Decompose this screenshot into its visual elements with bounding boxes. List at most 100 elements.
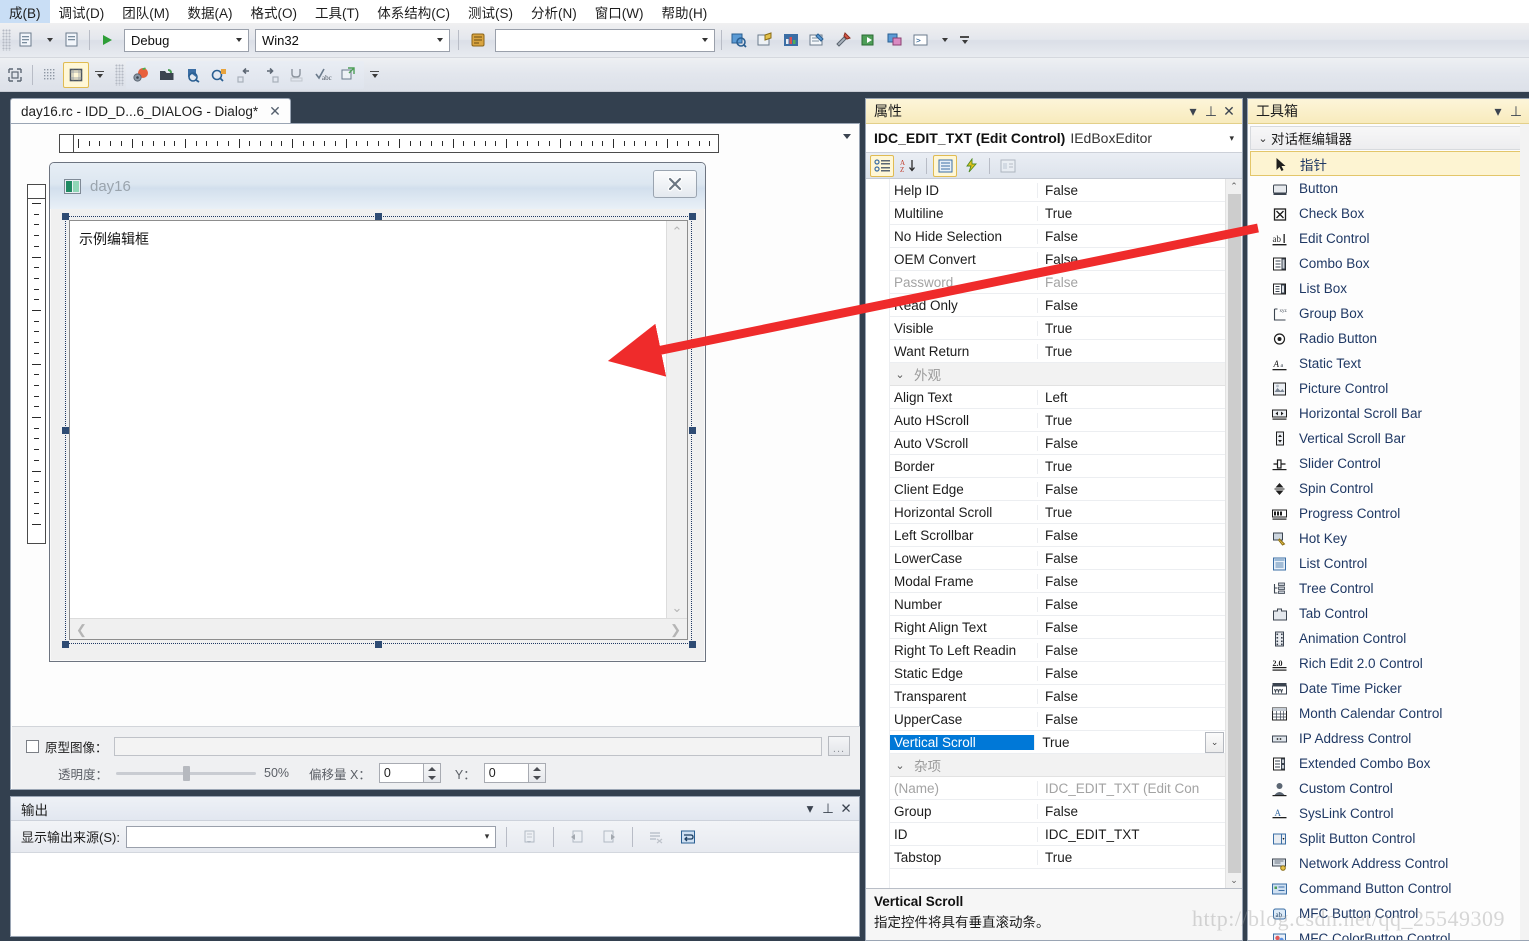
chevron-down-icon[interactable]: ▾	[1184, 102, 1202, 120]
toolbox-item-custom-control[interactable]: Custom Control	[1248, 776, 1529, 801]
add-item-button[interactable]	[59, 27, 85, 53]
property-row[interactable]: Help ID False	[890, 179, 1225, 202]
property-name[interactable]: LowerCase	[890, 550, 1038, 566]
property-category-row[interactable]: ⌄ 外观	[890, 363, 1225, 386]
output-text-area[interactable]	[11, 853, 859, 935]
property-row[interactable]: Border True	[890, 455, 1225, 478]
prototype-image-path-input[interactable]	[113, 736, 822, 756]
property-name[interactable]: Right To Left Readin	[890, 642, 1038, 658]
property-value[interactable]: False	[1038, 643, 1225, 658]
quick-find-combo[interactable]	[495, 28, 715, 52]
chevron-down-icon[interactable]: ⌄	[890, 368, 910, 381]
scroll-up-icon[interactable]: ⌃	[672, 225, 683, 238]
scroll-left-icon[interactable]: ❮	[76, 623, 87, 636]
resize-handle-top-center[interactable]	[375, 213, 382, 220]
zoom-in-button[interactable]	[180, 62, 206, 88]
property-value[interactable]: Left	[1038, 390, 1225, 405]
property-name[interactable]: Right Align Text	[890, 619, 1038, 635]
pin-icon[interactable]: ⊥	[1202, 102, 1220, 120]
property-name[interactable]: Want Return	[890, 343, 1038, 359]
property-row[interactable]: ID IDC_EDIT_TXT	[890, 823, 1225, 846]
offset-x-stepper[interactable]	[423, 763, 441, 783]
property-row[interactable]: OEM Convert False	[890, 248, 1225, 271]
prototype-image-checkbox[interactable]	[26, 739, 39, 753]
property-category-row[interactable]: ⌄ 杂项	[890, 754, 1225, 777]
property-value[interactable]: False	[1038, 597, 1225, 612]
tab-order-prev-button[interactable]	[232, 62, 258, 88]
solution-configuration-combo[interactable]: Debug	[124, 28, 249, 52]
toolbox-item-picture-control[interactable]: Picture Control	[1248, 376, 1529, 401]
toolbox-item-spin-control[interactable]: Spin Control	[1248, 476, 1529, 501]
property-name[interactable]: (Name)	[890, 780, 1038, 796]
property-row[interactable]: Number False	[890, 593, 1225, 616]
toolbox-item-list-control[interactable]: List Control	[1248, 551, 1529, 576]
menu-item-architecture[interactable]: 体系结构(C)	[368, 0, 459, 24]
toolbox-item-ip-address-control[interactable]: IP Address Control	[1248, 726, 1529, 751]
property-value[interactable]: False	[1038, 275, 1225, 290]
new-dialog-button[interactable]	[336, 62, 362, 88]
close-icon[interactable]: ✕	[1220, 102, 1238, 120]
property-row[interactable]: Right Align Text False	[890, 616, 1225, 639]
property-name[interactable]: Help ID	[890, 182, 1038, 198]
property-name[interactable]: Vertical Scroll	[890, 734, 1036, 750]
property-value[interactable]: False	[1038, 620, 1225, 635]
new-item-button[interactable]	[13, 27, 39, 53]
property-value[interactable]: True	[1038, 344, 1225, 359]
properties-object-selector[interactable]: IDC_EDIT_TXT (Edit Control) IEdBoxEditor…	[866, 124, 1242, 153]
toggle-tab-order-button[interactable]	[284, 62, 310, 88]
toolbox-item-hot-key[interactable]: Hot Key	[1248, 526, 1529, 551]
scroll-up-icon[interactable]: ⌃	[1230, 181, 1238, 192]
menu-item-team[interactable]: 团队(M)	[113, 0, 178, 24]
property-row[interactable]: Static Edge False	[890, 662, 1225, 685]
property-name[interactable]: Tabstop	[890, 849, 1038, 865]
chevron-down-icon[interactable]	[432, 30, 447, 51]
scroll-down-icon[interactable]: ⌄	[1230, 875, 1238, 886]
property-row[interactable]: Transparent False	[890, 685, 1225, 708]
property-row[interactable]: Multiline True	[890, 202, 1225, 225]
property-value[interactable]: True	[1035, 734, 1206, 750]
solution-platform-combo[interactable]: Win32	[255, 28, 450, 52]
resize-handle-top-right[interactable]	[689, 213, 696, 220]
edit-control-idc-edit-txt[interactable]: 示例编辑框 ⌃ ⌄ ❮ ❯	[69, 220, 688, 640]
offset-x-input[interactable]: 0	[378, 763, 424, 783]
properties-button[interactable]	[933, 154, 957, 177]
check-mnemonics-button[interactable]: abc	[310, 62, 336, 88]
scroll-right-icon[interactable]: ❯	[670, 623, 681, 636]
toolbox-item-radio-button[interactable]: Radio Button	[1248, 326, 1529, 351]
go-to-previous-message-button[interactable]	[564, 824, 590, 850]
toolbar-grip[interactable]	[2, 29, 11, 51]
resource-symbols-button[interactable]	[128, 62, 154, 88]
chevron-down-icon[interactable]: ▾	[1489, 102, 1507, 120]
menu-item-build[interactable]: 成(B)	[0, 0, 50, 24]
properties-window-button[interactable]	[752, 27, 778, 53]
property-row[interactable]: LowerCase False	[890, 547, 1225, 570]
chevron-down-icon[interactable]: ▾	[1229, 133, 1238, 144]
property-value[interactable]: IDC_EDIT_TXT	[1038, 827, 1225, 842]
toolbox-item-month-calendar-control[interactable]: Month Calendar Control	[1248, 701, 1529, 726]
toolbar-options-button[interactable]	[954, 27, 974, 53]
property-name[interactable]: Transparent	[890, 688, 1038, 704]
resize-handle-bottom-center[interactable]	[375, 641, 382, 648]
find-in-files-button[interactable]	[465, 27, 491, 53]
toolbox-item-rich-edit-2-0-control[interactable]: 2.0 Rich Edit 2.0 Control	[1248, 651, 1529, 676]
toolbox-item-slider-control[interactable]: Slider Control	[1248, 451, 1529, 476]
property-value-dropdown[interactable]: ⌄	[1205, 731, 1224, 753]
resize-handle-top-left[interactable]	[62, 213, 69, 220]
resource-includes-button[interactable]	[154, 62, 180, 88]
property-value[interactable]: False	[1038, 804, 1225, 819]
command-window-button[interactable]: >	[908, 27, 934, 53]
stepper-up-icon[interactable]	[427, 766, 436, 771]
toolbox-item-animation-control[interactable]: Animation Control	[1248, 626, 1529, 651]
property-value[interactable]: False	[1038, 666, 1225, 681]
toolbox-item-combo-box[interactable]: Combo Box	[1248, 251, 1529, 276]
property-name[interactable]: Number	[890, 596, 1038, 612]
pin-icon[interactable]: ⊥	[1507, 102, 1525, 120]
output-source-combo[interactable]: ▾	[125, 825, 496, 848]
window-layout-button[interactable]	[882, 27, 908, 53]
property-name[interactable]: Auto VScroll	[890, 435, 1038, 451]
property-value[interactable]: True	[1038, 206, 1225, 221]
property-value[interactable]: False	[1038, 298, 1225, 313]
property-row[interactable]: Group False	[890, 800, 1225, 823]
chevron-down-icon[interactable]: ▾	[801, 800, 819, 818]
toolbox-item-group-box[interactable]: xyz Group Box	[1248, 301, 1529, 326]
